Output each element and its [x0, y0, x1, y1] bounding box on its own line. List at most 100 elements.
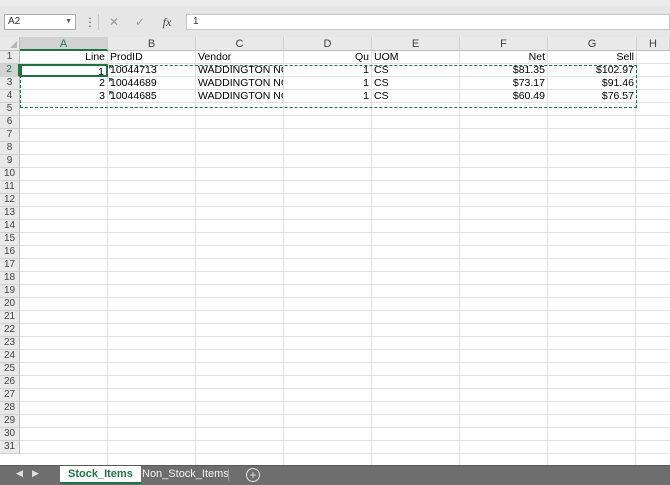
row-header[interactable]: 11 — [0, 181, 20, 194]
table-cell[interactable]: 10044685 — [108, 90, 196, 103]
header-cell-sell[interactable]: Sell — [548, 51, 637, 64]
row-header[interactable]: 15 — [0, 233, 20, 246]
row-header[interactable]: 16 — [0, 246, 20, 259]
table-cell[interactable]: $73.17 — [460, 77, 548, 90]
column-header-b[interactable]: B — [108, 37, 196, 51]
column-header-g[interactable]: G — [548, 37, 637, 51]
row-header[interactable]: 10 — [0, 168, 20, 181]
worksheet-grid[interactable]: A B C D E F G H 1 2 3 4 5 6 7 8 9 10 11 … — [0, 37, 670, 465]
table-cell[interactable]: CS — [372, 64, 460, 77]
table-cell[interactable]: 1 — [284, 64, 372, 77]
row-header[interactable]: 19 — [0, 285, 20, 298]
formula-value: 1 — [193, 16, 199, 27]
row-number: 23 — [3, 337, 16, 348]
cell-text: 2 — [99, 77, 105, 89]
chevron-down-icon[interactable]: ▼ — [65, 15, 72, 29]
column-letter: H — [649, 38, 657, 50]
table-cell[interactable]: $91.46 — [548, 77, 637, 90]
column-header-a[interactable]: A — [20, 37, 108, 51]
cancel-icon[interactable]: ✕ — [106, 14, 122, 30]
formula-input[interactable]: 1 — [186, 14, 670, 30]
header-cell-uom[interactable]: UOM — [372, 51, 460, 64]
row-header[interactable]: 13 — [0, 207, 20, 220]
row-header[interactable]: 24 — [0, 350, 20, 363]
more-icon[interactable]: ⋮ — [84, 14, 96, 30]
row-header[interactable]: 17 — [0, 259, 20, 272]
row-header[interactable]: 21 — [0, 311, 20, 324]
row-header[interactable]: 3 — [0, 77, 20, 90]
select-all-button[interactable] — [0, 37, 20, 51]
error-indicator-icon[interactable] — [109, 78, 113, 82]
column-header-c[interactable]: C — [196, 37, 284, 51]
cell-text: WADDINGTON NOF — [198, 77, 283, 89]
row-number: 6 — [6, 116, 13, 127]
table-cell[interactable]: WADDINGTON NOF — [196, 77, 284, 90]
row-header[interactable]: 25 — [0, 363, 20, 376]
row-header[interactable]: 12 — [0, 194, 20, 207]
column-header-d[interactable]: D — [284, 37, 372, 51]
row-header[interactable]: 4 — [0, 90, 20, 103]
cell-text: $73.17 — [512, 77, 545, 89]
table-cell[interactable]: $60.49 — [460, 90, 548, 103]
column-header-e[interactable]: E — [372, 37, 460, 51]
row-header[interactable]: 22 — [0, 324, 20, 337]
row-header[interactable]: 28 — [0, 402, 20, 415]
name-box[interactable]: A2 ▼ — [4, 14, 76, 30]
row-header[interactable]: 7 — [0, 129, 20, 142]
add-sheet-button[interactable]: + — [246, 468, 260, 482]
header-cell-qty[interactable]: Qu — [284, 51, 372, 64]
active-cell[interactable]: 1 — [20, 64, 108, 77]
header-cell-net[interactable]: Net — [460, 51, 548, 64]
scroll-tabs-left-icon[interactable]: ◀ — [16, 468, 23, 479]
table-cell[interactable]: $81.35 — [460, 64, 548, 77]
table-cell[interactable]: CS — [372, 90, 460, 103]
table-cell[interactable]: 3 — [20, 90, 108, 103]
table-cell[interactable]: $76.57 — [548, 90, 637, 103]
row-header[interactable]: 8 — [0, 142, 20, 155]
column-header-f[interactable]: F — [460, 37, 548, 51]
table-cell[interactable]: 1 — [284, 77, 372, 90]
tab-label: Non_Stock_Items — [142, 468, 229, 480]
table-cell[interactable]: WADDINGTON NOF — [196, 64, 284, 77]
row-header[interactable]: 20 — [0, 298, 20, 311]
row-header[interactable]: 30 — [0, 428, 20, 441]
row-number: 8 — [6, 142, 13, 153]
header-cell-line[interactable]: Line — [20, 51, 108, 64]
row-number: 9 — [6, 155, 13, 166]
table-cell[interactable]: WADDINGTON NOF — [196, 90, 284, 103]
scroll-tabs-right-icon[interactable]: ▶ — [32, 468, 39, 479]
cell-text: 1 — [363, 90, 369, 102]
table-cell[interactable]: 2 — [20, 77, 108, 90]
grid-lines — [20, 51, 670, 465]
row-header[interactable]: 27 — [0, 389, 20, 402]
header-cell-prodid[interactable]: ProdID — [108, 51, 196, 64]
row-header[interactable]: 31 — [0, 441, 20, 454]
error-indicator-icon[interactable] — [109, 65, 113, 69]
row-header[interactable]: 1 — [0, 51, 20, 64]
row-number: 7 — [6, 129, 13, 140]
row-header[interactable]: 2 — [0, 64, 20, 77]
row-header[interactable]: 29 — [0, 415, 20, 428]
column-header-h[interactable]: H — [637, 37, 670, 51]
tab-stock-items[interactable]: Stock_Items — [60, 466, 141, 484]
enter-icon[interactable]: ✓ — [132, 14, 148, 30]
table-cell[interactable]: 10044713 — [108, 64, 196, 77]
table-cell[interactable]: $102.97 — [548, 64, 637, 77]
row-header[interactable]: 6 — [0, 116, 20, 129]
table-cell[interactable]: 1 — [284, 90, 372, 103]
header-cell-vendor[interactable]: Vendor — [196, 51, 284, 64]
row-header[interactable]: 5 — [0, 103, 20, 116]
row-header[interactable]: 9 — [0, 155, 20, 168]
cell-text: CS — [374, 64, 389, 76]
tab-non-stock-items[interactable]: Non_Stock_Items — [134, 466, 237, 484]
row-header[interactable]: 23 — [0, 337, 20, 350]
row-header[interactable]: 18 — [0, 272, 20, 285]
cell-text: 1 — [98, 66, 104, 77]
table-cell[interactable]: 10044689 — [108, 77, 196, 90]
table-cell[interactable]: CS — [372, 77, 460, 90]
function-icon[interactable]: fx — [158, 14, 176, 30]
row-number: 27 — [3, 389, 16, 400]
row-header[interactable]: 26 — [0, 376, 20, 389]
row-header[interactable]: 14 — [0, 220, 20, 233]
error-indicator-icon[interactable] — [109, 91, 113, 95]
